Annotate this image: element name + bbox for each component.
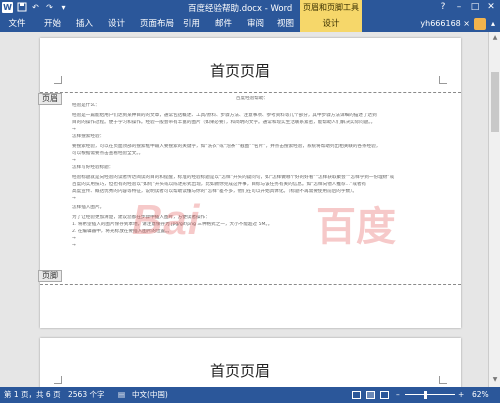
context-group-label: 页眉和页脚工具 <box>300 0 362 16</box>
body-line: 经验是一篇能给用户们达到某种目的的文章，通常包括概述、工具/原料、步骤方法、注意… <box>72 113 377 118</box>
crop-mark-icon <box>54 376 62 384</box>
close-button[interactable]: ✕ <box>484 1 498 14</box>
save-icon[interactable] <box>16 2 27 13</box>
word-count[interactable]: 2563 个字 <box>68 387 104 403</box>
read-mode-icon[interactable] <box>352 391 361 399</box>
body-line: 怎样写好经验标题： <box>72 165 114 170</box>
language[interactable]: 中文(中国) <box>132 387 168 403</box>
print-layout-icon[interactable] <box>366 391 375 399</box>
tab-design[interactable]: 设计 <box>108 16 125 32</box>
tab-insert[interactable]: 插入 <box>76 16 93 32</box>
header-label: 页眉 <box>38 93 62 105</box>
body-line: 怎样搜索经验： <box>72 134 105 139</box>
redo-icon[interactable]: ↷ <box>44 2 55 13</box>
zoom-out-button[interactable]: – <box>396 387 400 403</box>
zoom-slider[interactable] <box>405 394 455 395</box>
zoom-slider-thumb[interactable] <box>424 391 427 399</box>
crop-mark-icon <box>54 76 62 84</box>
undo-icon[interactable]: ↶ <box>30 2 41 13</box>
scroll-thumb[interactable] <box>491 72 499 132</box>
scroll-up-icon[interactable]: ▲ <box>491 34 499 42</box>
window-controls: ? – □ ✕ <box>436 1 498 14</box>
minimize-button[interactable]: – <box>452 1 466 14</box>
web-layout-icon[interactable] <box>380 391 389 399</box>
header-text[interactable]: 首页页眉 <box>210 60 270 81</box>
header-text[interactable]: 首页页眉 <box>210 360 270 381</box>
ribbon-collapse-icon[interactable]: ▴ <box>488 18 498 30</box>
body-line: 经验标题就是向经验的读者传达阅读的目的和提醒，标准的经验标题是以“怎样”开头的疑… <box>72 175 395 180</box>
body-line: 可以根据需要点击查看经验全文。。 <box>72 151 144 156</box>
zoom-in-button[interactable]: + <box>458 387 464 403</box>
footer-divider <box>40 284 461 285</box>
ribbon-tab-bar: 文件 开始 插入 设计 页面布局 引用 邮件 审阅 视图 设计 yh666168… <box>0 16 500 32</box>
page-count[interactable]: 第 1 页，共 6 页 <box>4 387 61 403</box>
page-1[interactable]: 首页页眉 页眉 百度经验帮助： 经验是什么： 经验是一篇能给用户们达到某种目的的… <box>38 38 461 328</box>
vertical-scrollbar[interactable]: ▲ ▼ <box>488 32 500 387</box>
title-bar: W ↶ ↷ ▾ 百度经验帮助.docx - Word 页眉和页脚工具 ? – □… <box>0 0 500 16</box>
header-divider <box>40 92 461 93</box>
restore-button[interactable]: □ <box>468 1 482 14</box>
page-2[interactable]: 首页页眉 <box>40 338 461 387</box>
customize-qat-icon[interactable]: ▾ <box>58 2 69 13</box>
zoom-level[interactable]: 62% <box>472 387 489 403</box>
avatar[interactable] <box>474 18 486 30</box>
tab-view[interactable]: 视图 <box>277 16 294 32</box>
tab-references[interactable]: 引用 <box>183 16 200 32</box>
status-bar: 第 1 页，共 6 页 2563 个字 ▤ 中文(中国) – + 62% <box>0 387 500 403</box>
watermark-cjk: 百度 <box>316 204 396 250</box>
crop-mark-icon <box>439 376 447 384</box>
tab-mailings[interactable]: 邮件 <box>215 16 232 32</box>
body-line: → <box>72 127 76 132</box>
body-line: 目的的操作过程。便于学习和操作。经验一般会带有丰富的图片（如果必要），和简明的文… <box>72 120 376 125</box>
header-area[interactable]: 首页页眉 <box>40 38 461 90</box>
body-line: 百度经验帮助： <box>235 96 269 101</box>
baidu-watermark: Bai 百度 <box>120 188 450 250</box>
document-area[interactable]: 首页页眉 页眉 百度经验帮助： 经验是什么： 经验是一篇能给用户们达到某种目的的… <box>0 32 488 387</box>
tab-review[interactable]: 审阅 <box>247 16 264 32</box>
tab-home[interactable]: 开始 <box>44 16 61 32</box>
user-account[interactable]: yh666168 × <box>420 16 470 32</box>
scroll-down-icon[interactable]: ▼ <box>491 376 499 384</box>
body-line: 经验是什么： <box>72 103 100 108</box>
proofing-icon[interactable]: ▤ <box>118 387 125 403</box>
body-line: 要搜索经验，可以在页面顶部的搜索框中输入要搜索的关键字，如“洗衣”或“泡茶”“截… <box>72 144 381 149</box>
quick-access-toolbar: W ↶ ↷ ▾ <box>2 2 69 13</box>
word-icon[interactable]: W <box>2 2 13 13</box>
help-button[interactable]: ? <box>436 1 450 14</box>
tab-layout[interactable]: 页面布局 <box>140 16 174 32</box>
tab-file[interactable]: 文件 <box>0 16 34 32</box>
document-title: 百度经验帮助.docx - Word <box>188 4 293 14</box>
body-line: → <box>72 158 76 163</box>
footer-label: 页脚 <box>38 270 62 282</box>
tab-header-footer-design[interactable]: 设计 <box>300 16 362 32</box>
crop-mark-icon <box>439 76 447 84</box>
watermark-latin: Bai <box>132 196 201 243</box>
